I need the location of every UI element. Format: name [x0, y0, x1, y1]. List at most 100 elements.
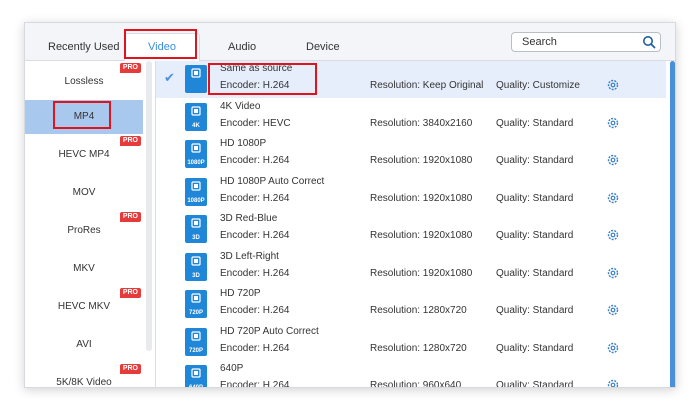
gear-icon[interactable]	[606, 378, 620, 388]
pro-badge: PRO	[119, 63, 141, 73]
3d-icon: 3D	[185, 215, 207, 243]
pro-badge: PRO	[119, 364, 141, 374]
preset-name: 640P	[220, 363, 244, 374]
sidebar-item-label: MKV	[73, 263, 95, 274]
preset-encoder: Encoder: H.264	[220, 305, 290, 316]
preset-list-scrollbar[interactable]	[670, 61, 675, 387]
3d-icon: 3D	[185, 253, 207, 281]
preset-quality: Quality: Standard	[496, 268, 574, 279]
tab-audio[interactable]: Audio	[228, 41, 256, 53]
720p-icon: 720P	[185, 328, 207, 356]
gear-icon[interactable]	[606, 266, 620, 280]
preset-row[interactable]: 3D 3D Red-Blue Encoder: H.264 Resolution: 1…	[156, 211, 666, 248]
format-picker-window: Recently Used Video Audio Device Search …	[24, 22, 676, 388]
preset-name: Same as source	[220, 63, 293, 74]
search-input[interactable]: Search	[511, 32, 661, 52]
preset-quality: Quality: Standard	[496, 380, 574, 388]
preset-resolution: Resolution: 1920x1080	[370, 193, 473, 204]
sidebar-item-hevc-mp4[interactable]: HEVC MP4 PRO	[25, 136, 143, 172]
preset-list: ✔ Same as source Encoder: H.264 Resolution:…	[156, 61, 675, 388]
4k-icon: 4K	[185, 103, 207, 131]
search-icon[interactable]	[642, 35, 656, 49]
preset-icon-badge: 1080P	[187, 160, 205, 166]
preset-row[interactable]: 1080P HD 1080P Encoder: H.264 Resolution: 1…	[156, 136, 666, 173]
format-category-sidebar: Lossless PRO MP4 HEVC MP4 PRO MOV ProRes…	[25, 61, 156, 388]
pro-badge: PRO	[119, 288, 141, 298]
pro-badge: PRO	[119, 136, 141, 146]
preset-row[interactable]: 4K 4K Video Encoder: HEVC Resolution: 3840x…	[156, 99, 666, 136]
preset-name: HD 720P Auto Correct	[220, 326, 319, 337]
sidebar-item-mov[interactable]: MOV	[25, 176, 143, 210]
preset-resolution: Resolution: 960x640	[370, 380, 462, 388]
preset-quality: Quality: Standard	[496, 343, 574, 354]
sidebar-item-label: Lossless	[64, 76, 104, 87]
preset-name: HD 720P	[220, 288, 261, 299]
sidebar-item-label: AVI	[76, 339, 92, 350]
preset-row[interactable]: ✔ Same as source Encoder: H.264 Resolution:…	[156, 61, 666, 98]
preset-row[interactable]: 720P HD 720P Auto Correct Encoder: H.264 Re…	[156, 324, 666, 361]
preset-row[interactable]: 1080P HD 1080P Auto Correct Encoder: H.264…	[156, 174, 666, 211]
preset-icon-badge: 720P	[188, 310, 203, 316]
sidebar-item-5k-8k-video[interactable]: 5K/8K Video PRO	[25, 364, 143, 388]
tab-recently-used[interactable]: Recently Used	[48, 41, 120, 53]
preset-row[interactable]: 3D 3D Left-Right Encoder: H.264 Resolution:…	[156, 249, 666, 286]
preset-encoder: Encoder: H.264	[220, 268, 290, 279]
preset-icon-badge: 720P	[188, 348, 203, 354]
sidebar-item-label: HEVC MKV	[57, 301, 111, 312]
sidebar-item-label: MP4	[73, 111, 95, 122]
sidebar-item-label: MOV	[72, 187, 96, 198]
preset-icon-badge: 1080P	[187, 198, 205, 204]
preset-encoder: Encoder: H.264	[220, 155, 290, 166]
preset-encoder: Encoder: H.264	[220, 380, 290, 388]
preset-name: 3D Left-Right	[220, 251, 279, 262]
preset-resolution: Resolution: 1280x720	[370, 305, 467, 316]
gear-icon[interactable]	[606, 228, 620, 242]
preset-encoder: Encoder: H.264	[220, 193, 290, 204]
sidebar-item-mp4[interactable]: MP4	[25, 100, 143, 134]
sidebar-item-label: HEVC MP4	[58, 149, 110, 160]
sidebar-item-hevc-mkv[interactable]: HEVC MKV PRO	[25, 288, 143, 324]
preset-icon-badge: 3D	[192, 273, 200, 279]
pro-badge: PRO	[119, 212, 141, 222]
sidebar-item-mkv[interactable]: MKV	[25, 252, 143, 286]
preset-resolution: Resolution: 3840x2160	[370, 118, 473, 129]
gear-icon[interactable]	[606, 191, 620, 205]
preset-name: 3D Red-Blue	[220, 213, 278, 224]
sidebar-item-prores[interactable]: ProRes PRO	[25, 212, 143, 248]
tab-video[interactable]: Video	[124, 33, 200, 62]
preset-quality: Quality: Standard	[496, 155, 574, 166]
sidebar-scrollbar[interactable]	[146, 61, 152, 351]
preset-encoder: Encoder: H.264	[220, 343, 290, 354]
preset-quality: Quality: Standard	[496, 230, 574, 241]
1080p-icon: 1080P	[185, 178, 207, 206]
gear-icon[interactable]	[606, 153, 620, 167]
1080p-icon: 1080P	[185, 140, 207, 168]
preset-quality: Quality: Standard	[496, 193, 574, 204]
gear-icon[interactable]	[606, 78, 620, 92]
preset-resolution: Resolution: 1920x1080	[370, 268, 473, 279]
preset-icon-badge: 4K	[192, 123, 200, 129]
preset-resolution: Resolution: 1920x1080	[370, 230, 473, 241]
preset-encoder: Encoder: HEVC	[220, 118, 291, 129]
top-bar: Recently Used Video Audio Device Search	[25, 23, 675, 62]
tab-device[interactable]: Device	[306, 41, 340, 53]
640p-icon: 640P	[185, 365, 207, 387]
preset-name: HD 1080P Auto Correct	[220, 176, 325, 187]
gear-icon[interactable]	[606, 116, 620, 130]
sidebar-item-label: 5K/8K Video	[56, 377, 112, 388]
720p-icon: 720P	[185, 290, 207, 318]
sidebar-item-avi[interactable]: AVI	[25, 328, 143, 362]
preset-resolution: Resolution: Keep Original	[370, 80, 484, 91]
preset-icon-badge: 3D	[192, 235, 200, 241]
preset-resolution: Resolution: 1280x720	[370, 343, 467, 354]
film-icon	[185, 65, 207, 93]
preset-quality: Quality: Standard	[496, 118, 574, 129]
gear-icon[interactable]	[606, 303, 620, 317]
preset-row[interactable]: 720P HD 720P Encoder: H.264 Resolution: 128…	[156, 286, 666, 323]
preset-name: 4K Video	[220, 101, 261, 112]
preset-quality: Quality: Standard	[496, 305, 574, 316]
sidebar-item-lossless[interactable]: Lossless PRO	[25, 63, 143, 99]
preset-name: HD 1080P	[220, 138, 267, 149]
preset-row[interactable]: 640P 640P Encoder: H.264 Resolution: 960x64…	[156, 361, 666, 388]
gear-icon[interactable]	[606, 341, 620, 355]
